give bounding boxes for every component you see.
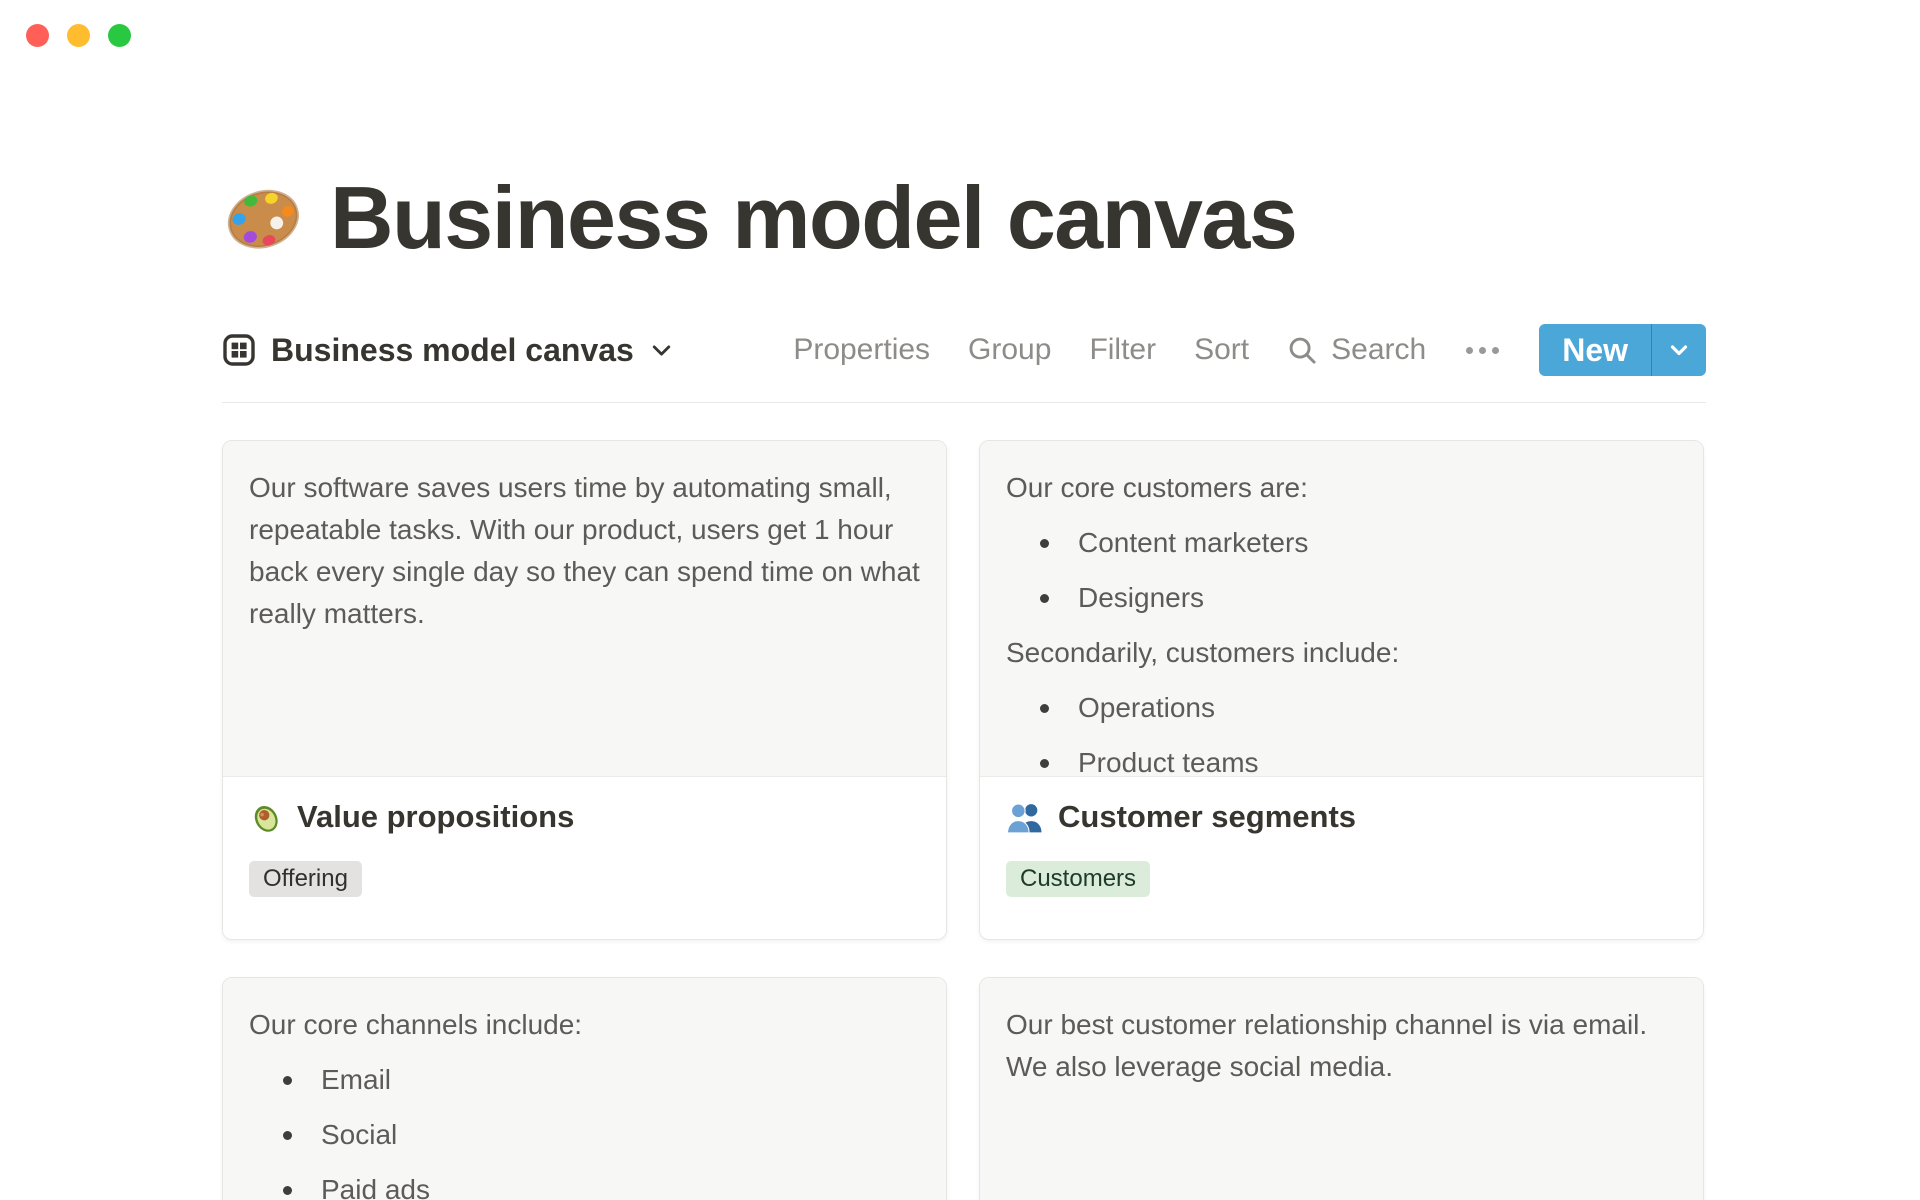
gallery-view-icon [222, 333, 256, 367]
palette-emoji [222, 177, 304, 259]
sort-button[interactable]: Sort [1194, 333, 1249, 367]
tag-customers: Customers [1006, 861, 1151, 897]
card-footer: Value propositions Offering [223, 777, 946, 939]
page-content: Business model canvas Business model can… [222, 0, 1706, 1200]
gallery-card-customer-relationships[interactable]: Our best customer relationship channel i… [979, 977, 1704, 1200]
group-button[interactable]: Group [968, 333, 1051, 367]
tag-offering: Offering [249, 861, 362, 897]
view-selector-label: Business model canvas [271, 331, 634, 368]
preview-bullet: Email [249, 1059, 920, 1101]
page-header: Business model canvas [222, 0, 1706, 264]
window-controls [26, 24, 131, 47]
gallery-card-customer-segments[interactable]: Our core customers are: Content marketer… [979, 440, 1704, 940]
card-title: Customer segments [1058, 799, 1357, 834]
preview-paragraph: Our software saves users time by automat… [249, 472, 920, 629]
page-title[interactable]: Business model canvas [330, 172, 1298, 264]
preview-paragraph: Our best customer relationship channel i… [1006, 1009, 1648, 1082]
search-icon [1287, 335, 1318, 366]
preview-bullet: Product teams [1006, 742, 1677, 776]
view-toolbar: Business model canvas Properties Group F… [222, 324, 1706, 403]
toolbar-actions: Properties Group Filter Sort Search New [793, 324, 1706, 376]
people-emoji [1006, 801, 1043, 834]
card-preview: Our software saves users time by automat… [223, 441, 946, 777]
preview-paragraph: Our core customers are: [1006, 472, 1308, 503]
app-window: Business model canvas Business model can… [0, 0, 1920, 1200]
card-title-row: Customer segments [1006, 797, 1677, 837]
ellipsis-icon [1466, 346, 1474, 354]
preview-bullet: Designers [1006, 577, 1677, 619]
preview-bullet: Social [249, 1114, 920, 1156]
chevron-down-icon [1666, 337, 1692, 363]
card-footer: Customer segments Customers [980, 777, 1703, 939]
new-button[interactable]: New [1539, 324, 1651, 376]
zoom-window-button[interactable] [108, 24, 131, 47]
card-title-row: Value propositions [249, 797, 920, 837]
preview-bullet: Operations [1006, 687, 1677, 729]
avocado-emoji [249, 801, 282, 834]
card-preview: Our core channels include: Email Social … [223, 978, 946, 1200]
gallery-grid: Our software saves users time by automat… [222, 440, 1706, 1200]
card-title: Value propositions [297, 799, 575, 834]
preview-paragraph: Secondarily, customers include: [1006, 637, 1400, 668]
card-preview: Our core customers are: Content marketer… [980, 441, 1703, 777]
more-options-button[interactable] [1464, 346, 1501, 354]
search-button[interactable]: Search [1287, 333, 1426, 367]
new-button-group: New [1539, 324, 1706, 376]
preview-paragraph: Our core channels include: [249, 1009, 583, 1040]
new-dropdown-button[interactable] [1651, 324, 1706, 376]
card-preview: Our best customer relationship channel i… [980, 978, 1703, 1200]
close-window-button[interactable] [26, 24, 49, 47]
preview-bullet: Paid ads [249, 1169, 920, 1200]
properties-button[interactable]: Properties [793, 333, 930, 367]
filter-button[interactable]: Filter [1089, 333, 1156, 367]
gallery-card-value-propositions[interactable]: Our software saves users time by automat… [222, 440, 947, 940]
search-label: Search [1331, 333, 1427, 366]
minimize-window-button[interactable] [67, 24, 90, 47]
gallery-card-channels[interactable]: Our core channels include: Email Social … [222, 977, 947, 1200]
chevron-down-icon [649, 338, 674, 363]
preview-bullet: Content marketers [1006, 522, 1677, 564]
view-selector[interactable]: Business model canvas [222, 332, 674, 369]
